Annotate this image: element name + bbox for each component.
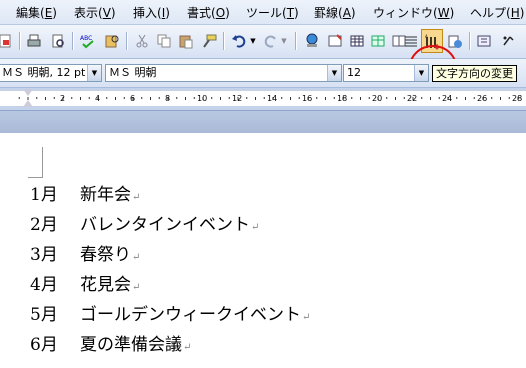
ruler-label: 26 <box>477 94 487 103</box>
margin-corner-mark <box>28 147 43 178</box>
hanging-indent-marker-icon[interactable] <box>23 100 33 107</box>
paragraph-mark-icon: ↵ <box>251 222 260 233</box>
print-icon[interactable] <box>25 32 43 50</box>
indent-marker-icon[interactable] <box>23 89 33 96</box>
ruler-label: 10 <box>197 94 207 103</box>
undo-icon[interactable] <box>230 32 248 50</box>
ruler-label: 22 <box>407 94 417 103</box>
font-size-combo[interactable]: 12 ▼ <box>343 64 429 82</box>
hyperlink-icon[interactable] <box>303 32 321 50</box>
paste-icon[interactable] <box>177 32 195 50</box>
document-line[interactable]: 6月 夏の準備会議↵ <box>30 330 191 355</box>
ruler-label: 16 <box>302 94 312 103</box>
paragraph-mark-icon: ↵ <box>132 192 141 203</box>
style-combo[interactable]: ＭＳ 明朝, 12 pt ▼ <box>0 64 102 82</box>
document-line[interactable]: 3月 春祭り↵ <box>30 240 140 265</box>
style-value: ＭＳ 明朝, 12 pt <box>2 66 86 79</box>
font-combo[interactable]: ＭＳ 明朝 ▼ <box>105 64 342 82</box>
chevron-down-icon[interactable]: ▼ <box>414 65 428 81</box>
chevron-down-icon[interactable]: ▼ <box>327 65 341 81</box>
menu-bar: 編集(E) 表示(V) 挿入(I) 書式(O) ツール(T) 罫線(A) ウィン… <box>0 0 526 25</box>
page-gap <box>0 111 526 133</box>
ruler-label: 2 <box>60 94 65 103</box>
copy-icon[interactable] <box>155 32 173 50</box>
undo-dropdown-icon[interactable]: ▼ <box>248 32 258 50</box>
menu-format[interactable]: 書式(O) <box>187 4 230 21</box>
standard-toolbar: ABC ▼ ▼ A <box>0 25 526 89</box>
horizontal-ruler[interactable]: 2 4 6 8 10 12 14 16 18 20 22 24 26 28 <box>0 88 526 111</box>
ruler-label: 20 <box>372 94 382 103</box>
ruler-label: 28 <box>512 94 522 103</box>
document-map-icon[interactable] <box>446 32 464 50</box>
ruler-label: 14 <box>267 94 277 103</box>
paragraph-mark-icon: ↵ <box>132 252 141 263</box>
menu-window[interactable]: ウィンドウ(W) <box>373 4 454 21</box>
svg-text:A: A <box>425 34 428 39</box>
ruler-label: 12 <box>232 94 242 103</box>
menu-insert[interactable]: 挿入(I) <box>133 4 170 21</box>
menu-view[interactable]: 表示(V) <box>74 4 116 21</box>
cut-icon[interactable] <box>133 32 151 50</box>
document-line[interactable]: 4月 花見会↵ <box>30 270 140 295</box>
paragraph-mark-icon: ↵ <box>302 312 311 323</box>
read-icon[interactable] <box>476 32 494 50</box>
menu-help[interactable]: ヘルプ(H) <box>470 4 524 21</box>
redo-dropdown-icon[interactable]: ▼ <box>279 32 289 50</box>
svg-text:ABC: ABC <box>80 35 92 42</box>
ruler-label: 18 <box>337 94 347 103</box>
ruler-scale: 2 4 6 8 10 12 14 16 18 20 22 24 26 28 <box>18 94 522 103</box>
tables-borders-icon[interactable] <box>326 32 344 50</box>
print-preview-icon[interactable] <box>49 32 67 50</box>
ruler-label: 4 <box>95 94 100 103</box>
insert-table-icon[interactable] <box>348 32 366 50</box>
text-direction-icon[interactable]: A <box>423 33 441 51</box>
paragraph-mark-icon: ↵ <box>132 282 141 293</box>
document-line[interactable]: 1月 新年会↵ <box>30 180 140 205</box>
menu-edit[interactable]: 編集(E) <box>16 4 57 21</box>
menu-table[interactable]: 罫線(A) <box>314 4 356 21</box>
tooltip: 文字方向の変更 <box>432 65 517 82</box>
ruler-label: 24 <box>442 94 452 103</box>
show-hide-icon[interactable] <box>500 32 518 50</box>
redo-icon[interactable] <box>262 32 280 50</box>
font-size-value: 12 <box>347 66 361 79</box>
format-painter-icon[interactable] <box>200 32 218 50</box>
ruler-label: 8 <box>165 94 170 103</box>
spelling-icon[interactable]: ABC <box>79 32 97 50</box>
font-value: ＭＳ 明朝 <box>109 66 157 79</box>
drawing-icon[interactable] <box>402 32 420 50</box>
menu-tools[interactable]: ツール(T) <box>246 4 299 21</box>
permission-icon[interactable] <box>0 32 14 50</box>
ruler-label: 6 <box>130 94 135 103</box>
paragraph-mark-icon: ↵ <box>183 342 192 353</box>
insert-excel-icon[interactable] <box>369 32 387 50</box>
chevron-down-icon[interactable]: ▼ <box>87 65 101 81</box>
research-icon[interactable] <box>103 32 121 50</box>
document-line[interactable]: 2月 バレンタインイベント↵ <box>30 210 259 235</box>
document-line[interactable]: 5月 ゴールデンウィークイベント↵ <box>30 300 310 325</box>
